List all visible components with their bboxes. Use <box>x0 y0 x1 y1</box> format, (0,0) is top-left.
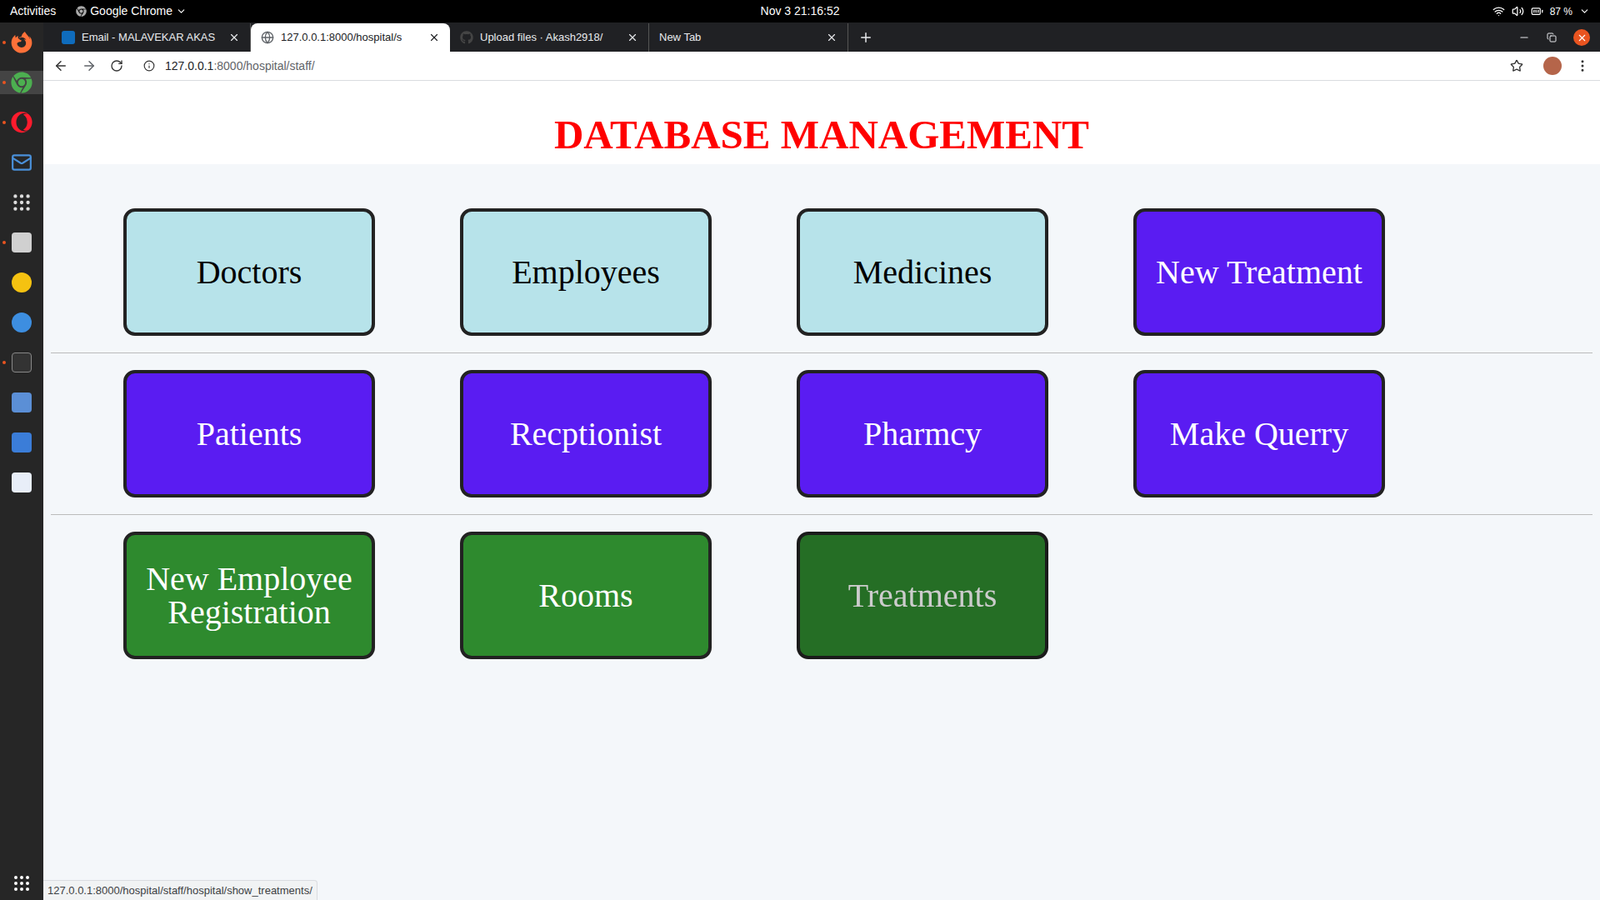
restore-icon[interactable] <box>1546 32 1557 43</box>
button-row: New Employee Registration Rooms Treatments <box>43 531 1600 660</box>
address-bar[interactable]: 127.0.0.1:8000/hospital/staff/ <box>136 55 1530 78</box>
status-bar: 127.0.0.1:8000/hospital/staff/hospital/s… <box>43 880 318 900</box>
running-dot <box>2 120 6 125</box>
row-divider <box>50 514 1593 515</box>
nav-button-label: Employees <box>511 255 660 290</box>
nav-button-label: Rooms <box>538 579 633 613</box>
button-row: Patients Recptionist Pharmcy Make Querry <box>43 370 1600 498</box>
thunderbird-icon[interactable] <box>10 151 33 174</box>
apps-icon[interactable] <box>10 191 33 214</box>
nav-button-label: Medicines <box>853 255 993 290</box>
firefox-icon[interactable] <box>10 31 33 54</box>
nav-button-label: Make Querry <box>1170 417 1349 451</box>
running-dot <box>2 80 6 85</box>
document-icon[interactable] <box>11 392 32 413</box>
dock <box>0 22 44 900</box>
menu-icon[interactable] <box>1575 58 1590 74</box>
terminal-icon[interactable] <box>11 352 32 373</box>
battery-level: 87 % <box>1550 4 1573 20</box>
battery-icon[interactable] <box>1530 5 1544 18</box>
close-icon[interactable] <box>825 31 838 44</box>
chrome-icon <box>75 5 87 17</box>
running-dot <box>2 40 6 45</box>
nav-button-label: Pharmcy <box>863 417 982 451</box>
back-icon[interactable] <box>53 58 69 74</box>
close-icon[interactable] <box>626 31 639 44</box>
browser-tab[interactable]: Upload files · Akash2918/ <box>450 23 650 52</box>
page-icon <box>260 30 275 45</box>
minimize-icon[interactable] <box>1518 31 1530 44</box>
desktop: Activities Google Chrome Nov 3 21:16:52 87 … <box>0 0 1600 900</box>
reload-icon[interactable] <box>110 59 124 73</box>
nav-button-label: New Treatment <box>1155 255 1363 290</box>
nav-button-label: Treatments <box>848 579 998 613</box>
nav-button[interactable]: Rooms <box>460 531 712 660</box>
outlook-icon <box>61 30 75 45</box>
tab-title: 127.0.0.1:8000/hospital/s <box>280 29 422 46</box>
nav-button[interactable]: New Employee Registration <box>123 531 375 660</box>
browser-tab[interactable]: New Tab <box>649 23 849 52</box>
github-icon <box>460 30 474 45</box>
editor-icon[interactable] <box>11 472 32 493</box>
row-divider <box>50 352 1593 354</box>
button-row: Doctors Employees Medicines New Treatment <box>43 208 1600 336</box>
chrome-icon[interactable] <box>10 71 33 94</box>
forward-icon[interactable] <box>81 58 97 74</box>
running-dot <box>2 240 6 245</box>
volume-icon[interactable] <box>1511 5 1525 18</box>
opera-icon[interactable] <box>10 111 33 134</box>
clock[interactable]: Nov 3 21:16:52 <box>536 2 1064 20</box>
nav-button[interactable]: New Treatment <box>1133 208 1385 336</box>
wifi-icon[interactable] <box>1492 5 1505 18</box>
nav-button-label: Recptionist <box>510 417 662 451</box>
close-icon[interactable] <box>428 31 440 44</box>
tab-title: Upload files · Akash2918/ <box>480 29 620 46</box>
profile-avatar-icon[interactable] <box>1543 56 1562 75</box>
browser-window: Email - MALAVEKAR AKAS 127.0.0.1:8000/hos… <box>43 22 1600 900</box>
new-tab-icon[interactable] <box>858 30 874 45</box>
software-icon[interactable] <box>11 432 32 453</box>
nav-button[interactable]: Employees <box>460 208 712 336</box>
app-menu[interactable]: Google Chrome <box>75 2 187 20</box>
top-bar: Activities Google Chrome Nov 3 21:16:52 87 … <box>0 0 1600 23</box>
url-path: :8000/hospital/staff/ <box>213 59 315 73</box>
nav-button-label: New Employee Registration <box>133 562 365 630</box>
help-icon[interactable] <box>11 312 32 333</box>
system-menu-icon[interactable] <box>1579 5 1590 17</box>
close-icon[interactable] <box>228 31 240 44</box>
nav-button[interactable]: Recptionist <box>460 370 712 498</box>
tab-strip: Email - MALAVEKAR AKAS 127.0.0.1:8000/hos… <box>43 22 1600 52</box>
nav-button[interactable]: Doctors <box>123 208 375 336</box>
close-icon <box>1576 32 1588 44</box>
toolbar: 127.0.0.1:8000/hospital/staff/ <box>43 51 1600 81</box>
tab-title: Email - MALAVEKAR AKAS <box>81 29 222 46</box>
activities-button[interactable]: Activities <box>10 2 56 20</box>
close-window-button[interactable] <box>1573 29 1590 46</box>
bookmark-icon[interactable] <box>1510 59 1524 73</box>
nav-button[interactable]: Medicines <box>796 208 1049 336</box>
nav-button[interactable]: Patients <box>123 370 375 498</box>
browser-tab[interactable]: Email - MALAVEKAR AKAS <box>51 23 251 52</box>
dropdown-icon <box>175 5 187 17</box>
show-apps-icon[interactable] <box>11 873 32 894</box>
site-info-icon[interactable] <box>143 60 155 72</box>
tab-title: New Tab <box>659 29 820 46</box>
nav-button-label: Doctors <box>196 255 303 290</box>
nav-button-label: Patients <box>196 417 303 451</box>
page-heading: DATABASE MANAGEMENT <box>43 111 1600 159</box>
running-dot <box>2 360 6 365</box>
files-icon[interactable] <box>11 232 32 253</box>
browser-tab[interactable]: 127.0.0.1:8000/hospital/s <box>250 23 450 52</box>
nav-button[interactable]: Treatments <box>796 531 1049 660</box>
page: DATABASE MANAGEMENT Doctors Employees Medic… <box>43 80 1600 900</box>
nav-button[interactable]: Make Querry <box>1133 370 1385 498</box>
rhythmbox-icon[interactable] <box>11 272 32 293</box>
nav-button[interactable]: Pharmcy <box>796 370 1049 498</box>
url-host: 127.0.0.1 <box>165 59 214 73</box>
